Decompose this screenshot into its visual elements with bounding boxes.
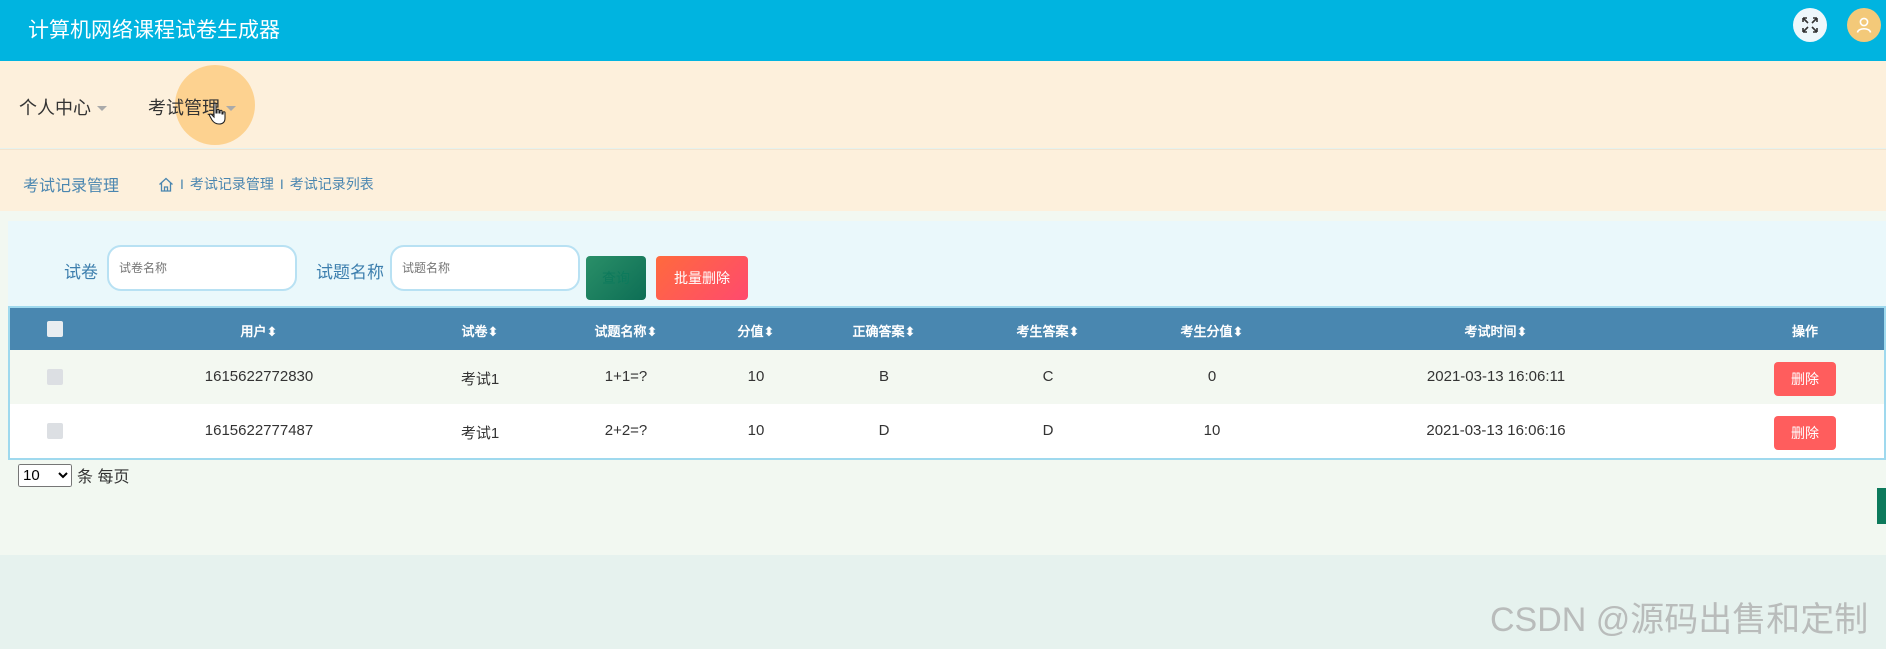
cell-user: 1615622772830 bbox=[204, 368, 314, 385]
nav-item-personal-center[interactable]: 个人中心 bbox=[19, 94, 107, 120]
batch-delete-button[interactable]: 批量删除 bbox=[656, 256, 748, 300]
question-label: 试题名称 bbox=[316, 263, 384, 282]
home-icon[interactable] bbox=[158, 177, 174, 192]
col-header-correct-answer[interactable]: 正确答案⬍ bbox=[853, 321, 916, 340]
row-checkbox[interactable] bbox=[47, 423, 63, 439]
cell-score: 10 bbox=[747, 422, 765, 439]
cell-paper: 考试1 bbox=[460, 425, 500, 442]
breadcrumb-item-list: 考试记录列表 bbox=[289, 176, 374, 192]
page-size-select[interactable]: 10 bbox=[18, 463, 72, 487]
hand-cursor-icon bbox=[208, 102, 226, 125]
cell-student-answer: C bbox=[1042, 368, 1054, 385]
paper-label: 试卷 bbox=[64, 263, 98, 282]
breadcrumb: I 考试记录管理 I 考试记录列表 bbox=[158, 174, 374, 194]
user-avatar-icon[interactable] bbox=[1847, 8, 1881, 42]
fullscreen-icon[interactable] bbox=[1793, 8, 1827, 42]
cell-paper: 考试1 bbox=[460, 371, 500, 388]
paper-name-input[interactable] bbox=[107, 245, 297, 291]
caret-down-icon bbox=[97, 105, 107, 111]
cell-score: 10 bbox=[747, 368, 765, 385]
col-header-action: 操作 bbox=[1791, 324, 1819, 339]
watermark: CSDN @源码出售和定制 bbox=[1490, 601, 1869, 639]
cell-question: 1+1=? bbox=[604, 368, 648, 385]
main-content: 试卷 试题名称 查询 批量删除 用户⬍ 试卷⬍ 试题名称⬍ 分值⬍ 正确答案⬍ … bbox=[0, 211, 1886, 555]
row-checkbox[interactable] bbox=[47, 369, 63, 385]
delete-button[interactable]: 删除 bbox=[1774, 362, 1836, 396]
select-all-checkbox[interactable] bbox=[47, 321, 63, 337]
cell-correct-answer: D bbox=[878, 422, 890, 439]
breadcrumb-item-records[interactable]: 考试记录管理 bbox=[190, 174, 274, 194]
nav-item-label: 个人中心 bbox=[19, 98, 91, 118]
col-header-paper[interactable]: 试卷⬍ bbox=[462, 321, 499, 340]
breadcrumb-separator: I bbox=[279, 176, 284, 192]
cell-question: 2+2=? bbox=[604, 422, 648, 439]
cell-student-score: 0 bbox=[1207, 368, 1217, 385]
expand-arrows-icon bbox=[1802, 17, 1818, 33]
page-title: 考试记录管理 bbox=[23, 178, 120, 195]
table-row: 1615622777487 考试1 2+2=? 10 D D 10 2021-0… bbox=[10, 404, 1884, 458]
cell-user: 1615622777487 bbox=[204, 422, 314, 439]
breadcrumb-separator: I bbox=[180, 176, 184, 192]
cell-exam-time: 2021-03-13 16:06:11 bbox=[1426, 368, 1566, 385]
side-edge-tab[interactable] bbox=[1877, 488, 1886, 524]
page-size-suffix: 条 每页 bbox=[77, 469, 130, 486]
breadcrumb-bar: 考试记录管理 I 考试记录管理 I 考试记录列表 bbox=[0, 149, 1886, 211]
pager: 10 条 每页 bbox=[18, 463, 129, 487]
top-nav: 个人中心 bbox=[0, 61, 1886, 148]
cell-correct-answer: B bbox=[878, 368, 890, 385]
app-title: 计算机网络课程试卷生成器 bbox=[28, 19, 280, 42]
delete-button[interactable]: 删除 bbox=[1774, 416, 1836, 450]
col-header-question[interactable]: 试题名称⬍ bbox=[595, 321, 658, 340]
col-header-score[interactable]: 分值⬍ bbox=[738, 321, 775, 340]
col-header-student-score[interactable]: 考生分值⬍ bbox=[1181, 321, 1244, 340]
app-header: 计算机网络课程试卷生成器 bbox=[0, 0, 1886, 61]
col-header-user[interactable]: 用户⬍ bbox=[241, 321, 278, 340]
cell-exam-time: 2021-03-13 16:06:16 bbox=[1426, 422, 1566, 439]
table-row: 1615622772830 考试1 1+1=? 10 B C 0 2021-03… bbox=[10, 350, 1884, 404]
col-header-exam-time[interactable]: 考试时间⬍ bbox=[1465, 321, 1528, 340]
col-header-student-answer[interactable]: 考生答案⬍ bbox=[1017, 321, 1080, 340]
cell-student-answer: D bbox=[1042, 422, 1054, 439]
question-name-input[interactable] bbox=[390, 245, 580, 291]
search-panel: 试卷 试题名称 查询 批量删除 bbox=[8, 221, 1886, 313]
table-header: 用户⬍ 试卷⬍ 试题名称⬍ 分值⬍ 正确答案⬍ 考生答案⬍ 考生分值⬍ 考试时间… bbox=[10, 308, 1884, 350]
search-button[interactable]: 查询 bbox=[586, 256, 646, 300]
records-table: 用户⬍ 试卷⬍ 试题名称⬍ 分值⬍ 正确答案⬍ 考生答案⬍ 考生分值⬍ 考试时间… bbox=[8, 306, 1886, 460]
user-icon bbox=[1856, 17, 1872, 33]
cell-student-score: 10 bbox=[1203, 422, 1221, 439]
